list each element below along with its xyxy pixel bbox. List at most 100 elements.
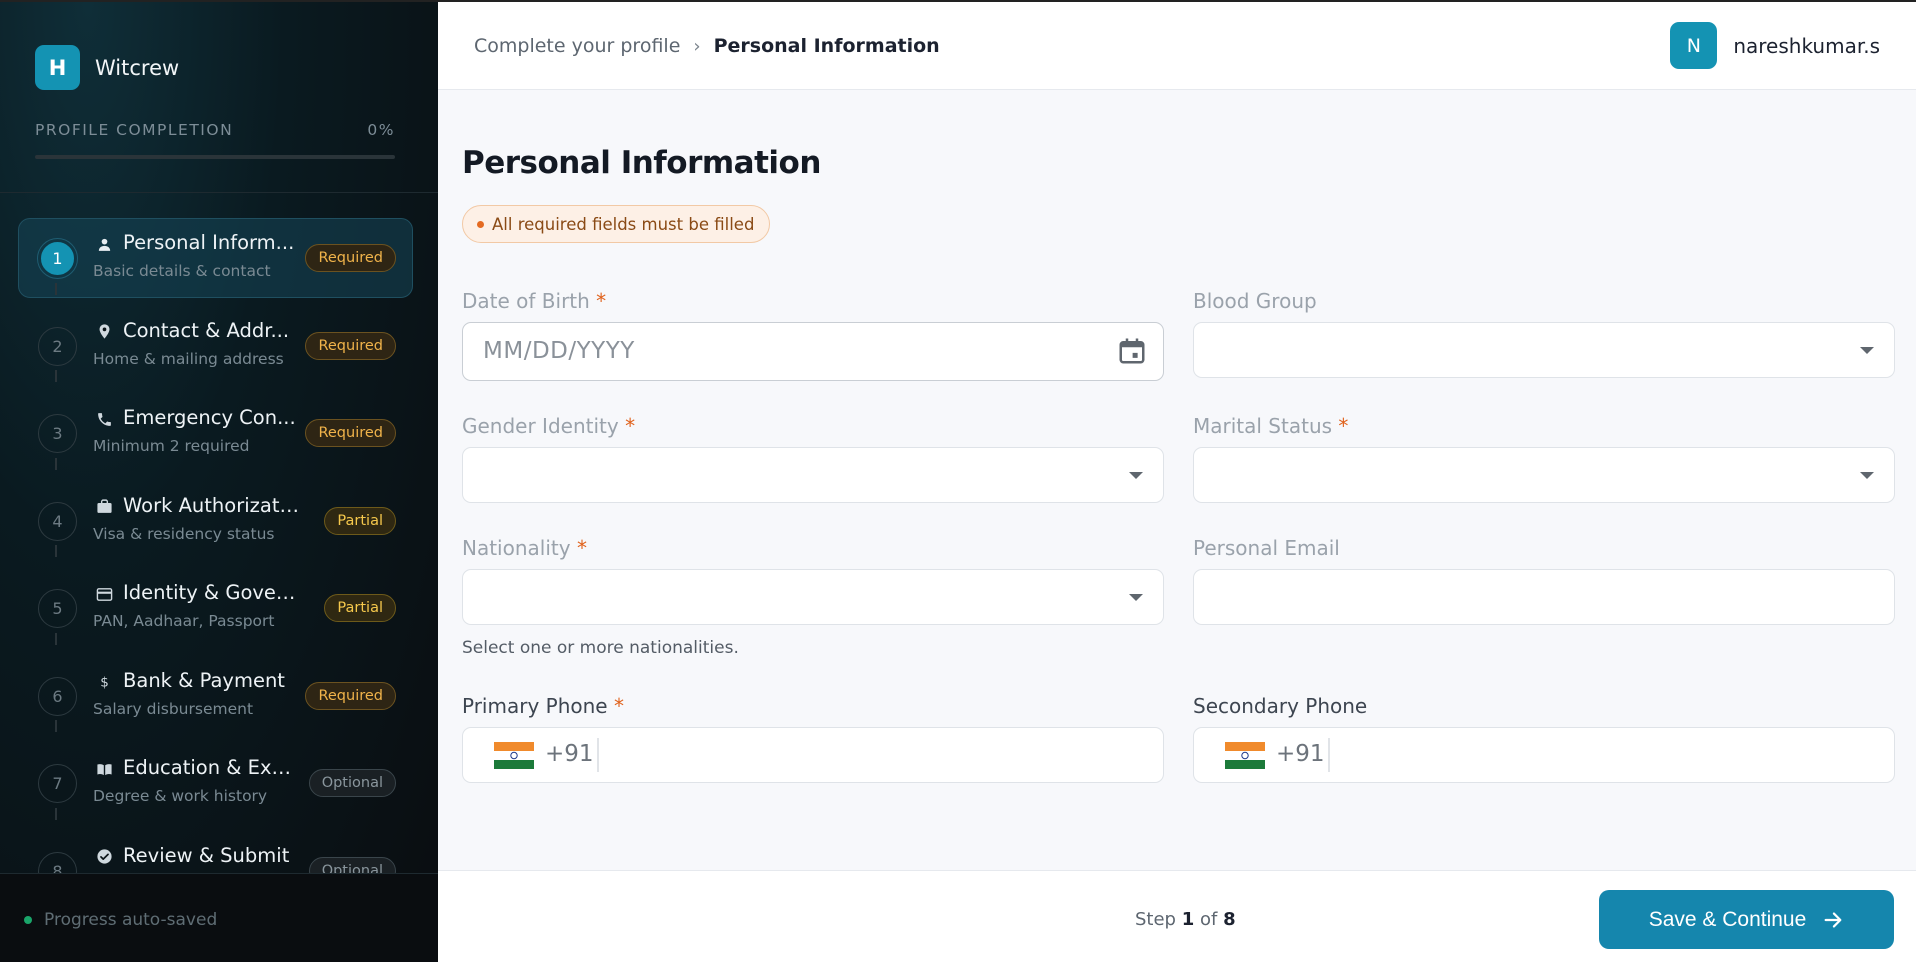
phone-divider	[1328, 738, 1330, 772]
step-subtitle: Salary disbursement	[93, 699, 254, 718]
marital-status-select[interactable]	[1193, 447, 1895, 503]
step-number: 2	[38, 326, 77, 366]
secondary-phone-field: Secondary Phone +91	[1193, 694, 1895, 783]
sidebar-step-2[interactable]: 2 Contact & Addr... Home & mailing address…	[18, 282, 413, 386]
person-icon	[95, 235, 113, 253]
sidebar: H Witcrew PROFILE COMPLETION 0% 1 Persona…	[0, 0, 438, 962]
completion-progress-bar	[35, 155, 395, 159]
sidebar-step-7[interactable]: 7 Education & Exp... Degree & work history…	[18, 720, 413, 823]
dob-placeholder: MM/DD/YYYY	[483, 338, 635, 364]
dollar-icon: $	[95, 673, 113, 691]
autosave-dot-icon	[24, 916, 32, 924]
svg-text:$: $	[100, 675, 109, 690]
status-badge: Required	[305, 419, 396, 447]
chevron-down-icon	[1860, 347, 1874, 354]
secondary-phone-label: Secondary Phone	[1193, 694, 1368, 718]
blood-group-field: Blood Group	[1193, 289, 1895, 378]
personal-email-label: Personal Email	[1193, 536, 1340, 560]
step-title: Work Authorization	[123, 493, 299, 517]
primary-phone-label: Primary Phone *	[462, 694, 624, 718]
step-subtitle: Home & mailing address	[93, 349, 284, 368]
username[interactable]: nareshkumar.s	[1733, 34, 1880, 58]
primary-phone-code[interactable]: +91	[545, 741, 594, 767]
save-continue-button[interactable]: Save & Continue	[1599, 890, 1894, 949]
step-connector	[55, 282, 57, 295]
status-badge: Required	[305, 681, 396, 710]
phone-icon	[95, 410, 113, 428]
step-title: Emergency Con...	[123, 406, 296, 429]
top-header: Complete your profile › Personal Informa…	[438, 0, 1916, 90]
step-title: Education & Exp...	[123, 756, 299, 779]
main-content: Personal Information All required fields…	[438, 90, 1916, 870]
secondary-phone-code[interactable]: +91	[1276, 741, 1325, 767]
secondary-phone-input[interactable]: +91	[1193, 727, 1895, 783]
india-flag-icon[interactable]	[1225, 742, 1265, 769]
primary-phone-field: Primary Phone * +91	[462, 694, 1164, 783]
sidebar-divider	[0, 192, 438, 193]
user-menu[interactable]: N nareshkumar.s	[1670, 22, 1880, 69]
nationality-select[interactable]	[462, 569, 1164, 625]
save-continue-label: Save & Continue	[1648, 907, 1807, 931]
page-title: Personal Information	[462, 145, 821, 181]
step-connector	[55, 807, 57, 820]
step-title: Review & Submit	[123, 843, 290, 867]
primary-phone-input[interactable]: +91	[462, 727, 1164, 783]
status-badge: Required	[305, 244, 396, 272]
sidebar-step-5[interactable]: 5 Identity & Govern... PAN, Aadhaar, Passp…	[18, 545, 413, 648]
chevron-down-icon	[1129, 472, 1143, 479]
step-subtitle: Visa & residency status	[93, 524, 275, 543]
breadcrumb: Complete your profile › Personal Informa…	[474, 35, 940, 57]
calendar-icon[interactable]	[1117, 335, 1147, 367]
check-circle-icon	[95, 848, 113, 866]
marital-status-field: Marital Status *	[1193, 414, 1895, 503]
sidebar-step-1[interactable]: 1 Personal Inform... Basic details & conta…	[18, 218, 413, 298]
id-card-icon	[95, 585, 113, 603]
step-title: Bank & Payment	[123, 668, 285, 692]
step-title: Personal Inform...	[123, 231, 295, 254]
breadcrumb-parent[interactable]: Complete your profile	[474, 35, 680, 57]
personal-email-input[interactable]	[1193, 569, 1895, 625]
avatar[interactable]: N	[1670, 22, 1718, 69]
status-badge: Partial	[324, 506, 396, 535]
sidebar-step-4[interactable]: 4 Work Authorization Visa & residency stat…	[18, 457, 413, 561]
required-notice: All required fields must be filled	[462, 205, 771, 243]
completion-label: PROFILE COMPLETION	[35, 121, 234, 139]
step-connector	[55, 545, 57, 557]
brand-name: Witcrew	[95, 55, 180, 80]
step-title: Identity & Govern...	[123, 581, 299, 604]
step-connector	[55, 720, 57, 732]
blood-group-label: Blood Group	[1193, 289, 1317, 313]
step-connector	[55, 632, 57, 645]
gender-label: Gender Identity *	[462, 414, 636, 438]
gender-field: Gender Identity *	[462, 414, 1164, 503]
nationality-label: Nationality *	[462, 536, 587, 560]
marital-status-label: Marital Status *	[1193, 414, 1349, 438]
blood-group-select[interactable]	[1193, 322, 1895, 378]
nationality-helper: Select one or more nationalities.	[462, 638, 739, 658]
dob-input[interactable]: MM/DD/YYYY	[462, 322, 1164, 381]
status-badge: Partial	[324, 594, 396, 622]
india-flag-icon[interactable]	[494, 742, 534, 769]
step-subtitle: Basic details & contact	[93, 262, 271, 280]
dob-label: Date of Birth *	[462, 289, 607, 313]
step-number: 7	[38, 764, 77, 803]
chevron-down-icon	[1129, 594, 1143, 601]
step-subtitle: PAN, Aadhaar, Passport	[93, 612, 275, 630]
briefcase-icon	[95, 498, 113, 516]
book-icon	[95, 760, 113, 778]
step-title: Contact & Addr...	[123, 318, 290, 342]
gender-select[interactable]	[462, 447, 1164, 503]
sidebar-step-3[interactable]: 3 Emergency Con... Minimum 2 required Requi…	[18, 370, 413, 473]
step-counter: Step 1 of 8	[1135, 909, 1236, 930]
notice-text: All required fields must be filled	[492, 214, 755, 234]
step-subtitle: Degree & work history	[93, 787, 268, 805]
breadcrumb-current: Personal Information	[713, 35, 940, 57]
status-badge: Optional	[308, 769, 396, 797]
profile-completion: PROFILE COMPLETION 0%	[35, 121, 395, 159]
sidebar-step-6[interactable]: 6 $ Bank & Payment Salary disbursement Requi…	[18, 632, 413, 736]
step-number: 3	[38, 414, 77, 453]
form-footer: Step 1 of 8 Save & Continue	[438, 870, 1916, 962]
step-number: 6	[38, 676, 77, 716]
step-list: 1 Personal Inform... Basic details & conta…	[18, 218, 413, 918]
step-number: 1	[38, 239, 77, 278]
